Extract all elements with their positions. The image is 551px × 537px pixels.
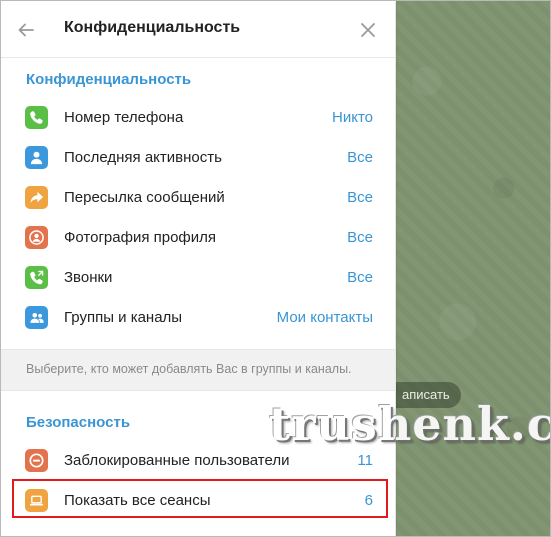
groups-label: Группы и каналы xyxy=(64,309,183,326)
profile-photo-value: Все xyxy=(347,229,373,246)
privacy-settings-panel: Конфиденциальность Конфиденциальность Но… xyxy=(1,1,395,536)
profile-photo-label: Фотография профиля xyxy=(64,229,217,246)
groups-row[interactable]: Группы и каналы Мои контакты xyxy=(1,298,395,338)
calls-label: Звонки xyxy=(64,269,113,286)
page-title: Конфиденциальность xyxy=(64,19,241,36)
call-icon xyxy=(25,266,48,289)
forwarding-value: Все xyxy=(347,189,373,206)
back-button[interactable] xyxy=(11,15,41,45)
phone-icon xyxy=(25,106,48,129)
blocked-users-row[interactable]: Заблокированные пользователи 11 xyxy=(1,441,395,481)
window-frame: аписать Конфиденциальность Конфиденциаль… xyxy=(0,0,551,537)
phone-number-row[interactable]: Номер телефона Никто xyxy=(1,98,395,138)
calls-row[interactable]: Звонки Все xyxy=(1,258,395,298)
active-sessions-count: 6 xyxy=(364,492,373,509)
active-sessions-label: Показать все сеансы xyxy=(64,492,211,509)
blocked-users-label: Заблокированные пользователи xyxy=(64,452,290,469)
forwarding-label: Пересылка сообщений xyxy=(64,189,225,206)
last-seen-value: Все xyxy=(347,149,373,166)
active-sessions-row[interactable]: Показать все сеансы 6 xyxy=(1,481,395,521)
laptop-icon xyxy=(25,489,48,512)
forwarding-row[interactable]: Пересылка сообщений Все xyxy=(1,178,395,218)
close-icon xyxy=(361,23,375,37)
blocked-users-count: 11 xyxy=(357,452,373,469)
last-seen-label: Последняя активность xyxy=(64,149,222,166)
last-seen-row[interactable]: Последняя активность Все xyxy=(1,138,395,178)
user-icon xyxy=(25,146,48,169)
privacy-section-title: Конфиденциальность xyxy=(26,71,192,88)
groups-value: Мои контакты xyxy=(276,309,373,326)
privacy-hint-text: Выберите, кто может добавлять Вас в груп… xyxy=(26,362,352,376)
profile-photo-row[interactable]: Фотография профиля Все xyxy=(1,218,395,258)
chat-background: аписать xyxy=(396,1,550,536)
profile-photo-icon xyxy=(25,226,48,249)
close-button[interactable] xyxy=(353,15,383,45)
calls-value: Все xyxy=(347,269,373,286)
group-icon xyxy=(25,306,48,329)
security-section-title: Безопасность xyxy=(26,414,131,431)
write-message-button[interactable]: аписать xyxy=(396,382,461,408)
arrow-left-icon xyxy=(18,23,34,37)
panel-header: Конфиденциальность xyxy=(1,1,395,58)
privacy-hint: Выберите, кто может добавлять Вас в груп… xyxy=(1,349,395,391)
phone-number-label: Номер телефона xyxy=(64,109,184,126)
forward-icon xyxy=(25,186,48,209)
block-icon xyxy=(25,449,48,472)
phone-number-value: Никто xyxy=(332,109,373,126)
